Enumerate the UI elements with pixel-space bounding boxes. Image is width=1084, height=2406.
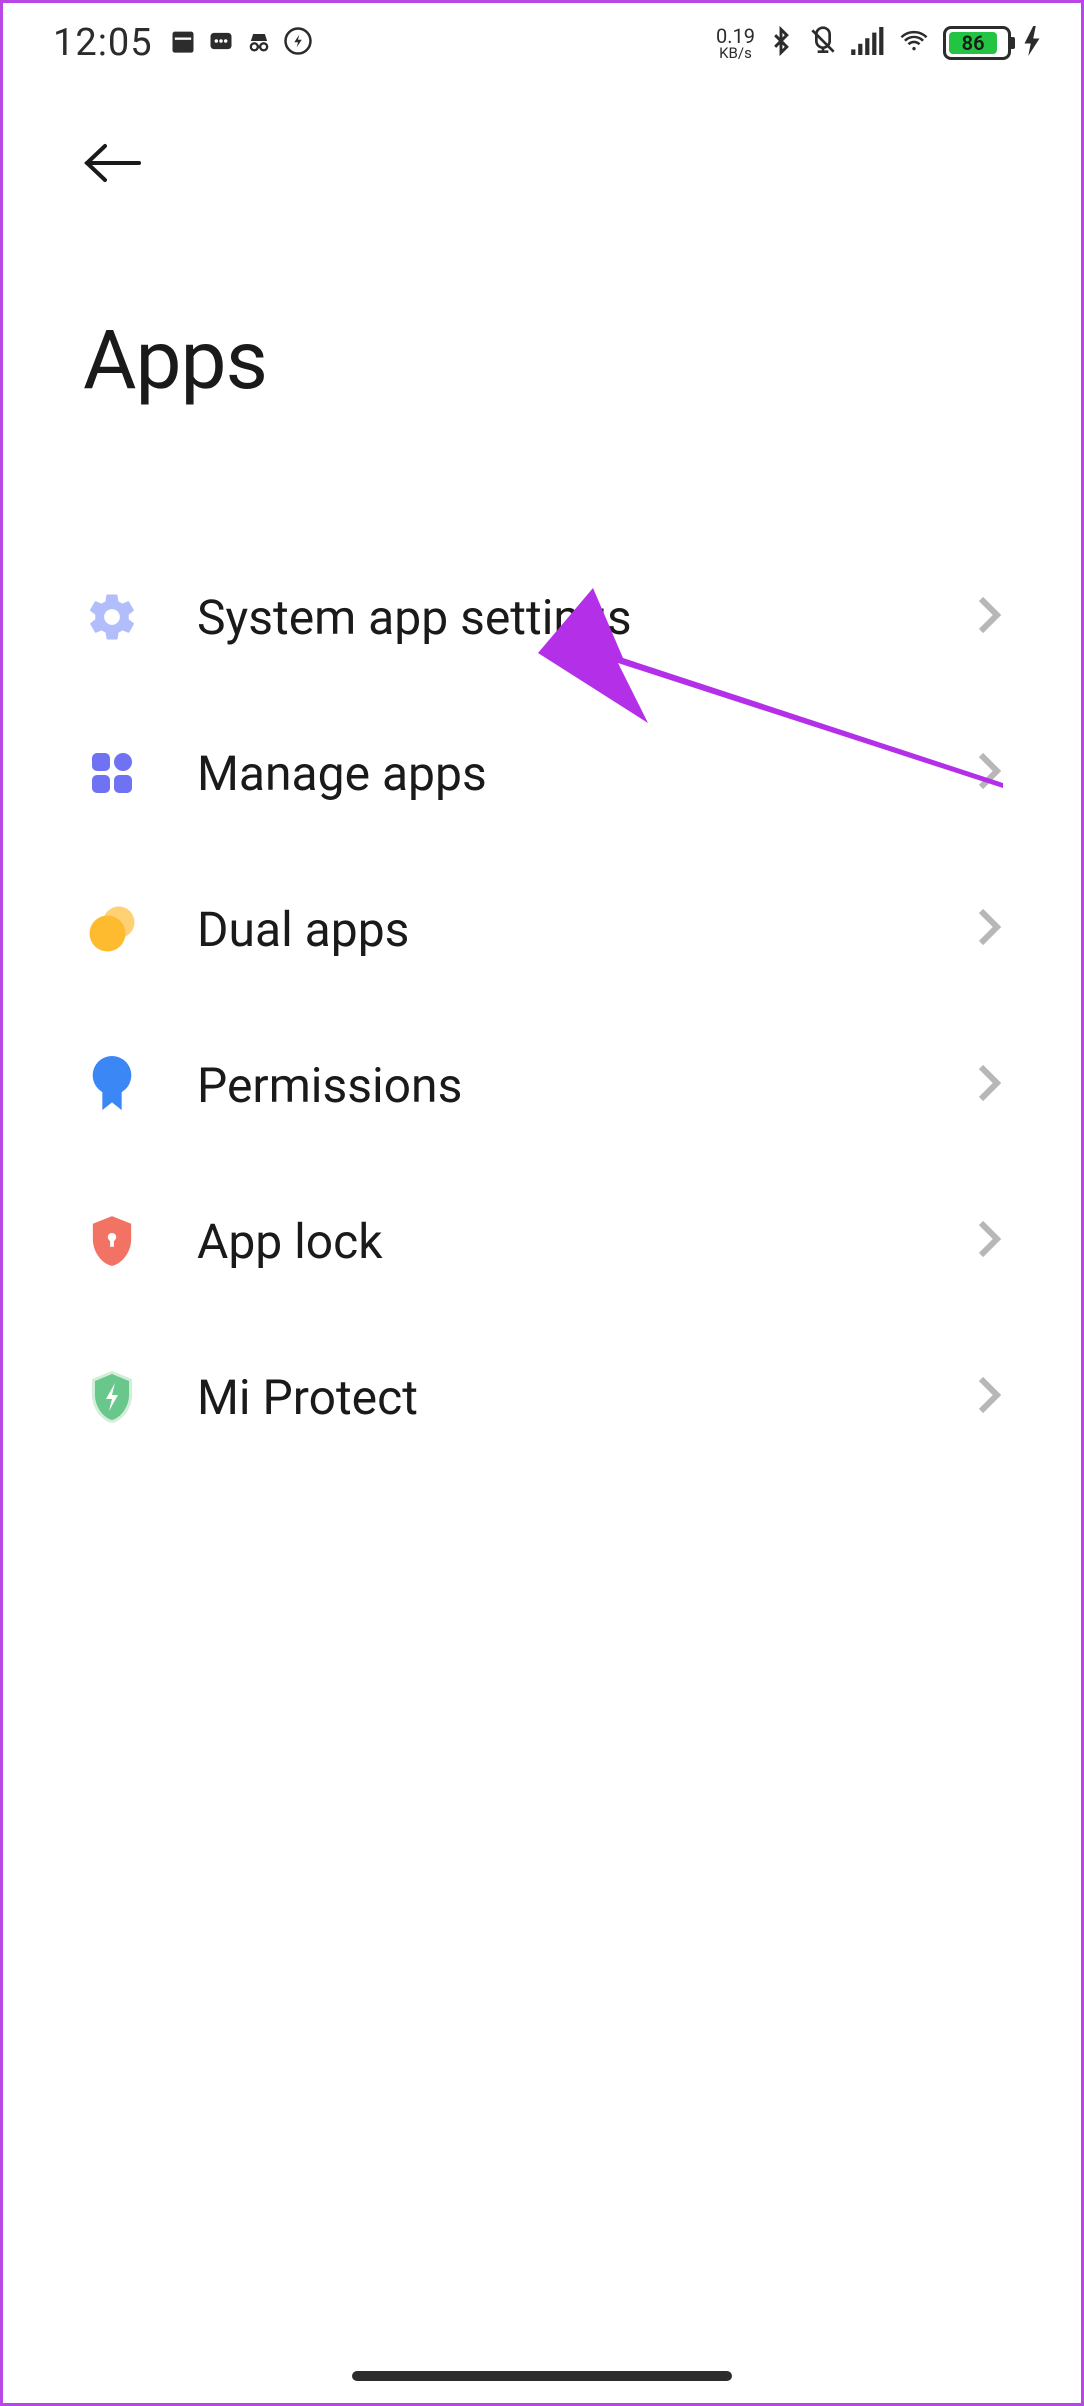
header: Apps bbox=[3, 83, 1081, 409]
wifi-icon bbox=[897, 27, 931, 59]
list-item-dual-apps[interactable]: Dual apps bbox=[83, 851, 1001, 1007]
signal-icon bbox=[851, 27, 885, 59]
status-bar: 12:05 0.19 KB/s bbox=[3, 3, 1081, 83]
mute-icon bbox=[807, 25, 839, 61]
status-indicator-icons bbox=[169, 26, 313, 60]
shield-bolt-icon bbox=[83, 1368, 141, 1426]
badge-icon bbox=[83, 1056, 141, 1114]
list-item-app-lock[interactable]: App lock bbox=[83, 1163, 1001, 1319]
chevron-right-icon bbox=[977, 1063, 1001, 1107]
grid-icon bbox=[83, 744, 141, 802]
gear-icon bbox=[83, 588, 141, 646]
message-icon bbox=[207, 27, 235, 59]
incognito-icon bbox=[245, 27, 273, 59]
page-title: Apps bbox=[83, 313, 1001, 409]
arrow-left-icon bbox=[83, 142, 143, 184]
list-item-permissions[interactable]: Permissions bbox=[83, 1007, 1001, 1163]
network-speed: 0.19 KB/s bbox=[716, 26, 755, 61]
bolt-circle-icon bbox=[283, 26, 313, 60]
chevron-right-icon bbox=[977, 1219, 1001, 1263]
chevron-right-icon bbox=[977, 907, 1001, 951]
battery-level: 86 bbox=[949, 32, 997, 54]
list-item-label: System app settings bbox=[197, 589, 977, 646]
list-item-label: App lock bbox=[197, 1213, 977, 1270]
chevron-right-icon bbox=[977, 751, 1001, 795]
status-left: 12:05 bbox=[53, 21, 313, 65]
battery-indicator: 86 bbox=[943, 26, 1011, 60]
list-item-label: Manage apps bbox=[197, 745, 977, 802]
chevron-right-icon bbox=[977, 595, 1001, 639]
list-item-label: Dual apps bbox=[197, 901, 977, 958]
home-indicator[interactable] bbox=[352, 2371, 732, 2381]
status-right: 0.19 KB/s 86 bbox=[716, 25, 1041, 61]
settings-list: System app settings Manage apps Dual app… bbox=[3, 539, 1081, 1475]
back-button[interactable] bbox=[83, 133, 143, 193]
status-time: 12:05 bbox=[53, 21, 153, 65]
dual-circles-icon bbox=[83, 900, 141, 958]
chevron-right-icon bbox=[977, 1375, 1001, 1419]
list-item-system-app-settings[interactable]: System app settings bbox=[83, 539, 1001, 695]
list-item-manage-apps[interactable]: Manage apps bbox=[83, 695, 1001, 851]
shield-lock-icon bbox=[83, 1212, 141, 1270]
list-item-mi-protect[interactable]: Mi Protect bbox=[83, 1319, 1001, 1475]
calendar-icon bbox=[169, 27, 197, 59]
list-item-label: Permissions bbox=[197, 1057, 977, 1114]
bluetooth-icon bbox=[767, 25, 795, 61]
charging-bolt-icon bbox=[1023, 26, 1041, 60]
list-item-label: Mi Protect bbox=[197, 1369, 977, 1426]
